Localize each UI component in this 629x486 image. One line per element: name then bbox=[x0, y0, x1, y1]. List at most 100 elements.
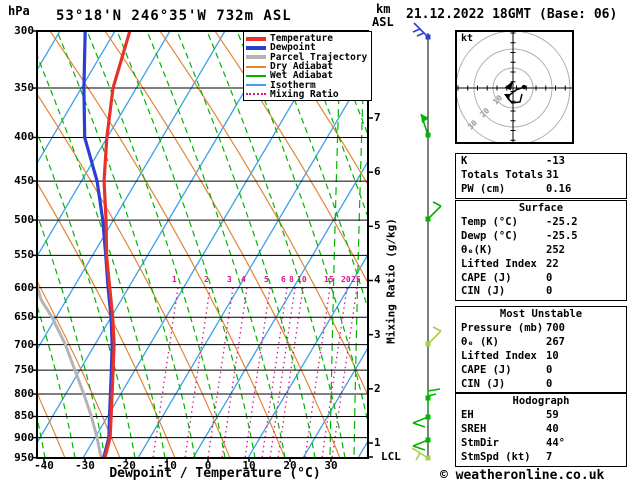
stats-box-header: Most Unstable bbox=[499, 308, 583, 320]
stats-row: SREH 40 bbox=[456, 423, 626, 437]
mixing-ratio-label: 1 bbox=[172, 275, 177, 284]
stats-row: K -13 bbox=[456, 155, 626, 169]
stats-value: 252 bbox=[546, 243, 565, 256]
mixing-ratio-label: 5 bbox=[264, 275, 269, 284]
stats-box-most-unstable: Most Unstable Pressure (mb) 700 θₑ (K) 267 Li… bbox=[455, 306, 627, 394]
mixing-ratio-label: 8 bbox=[289, 275, 294, 284]
pressure-tick-label: 750 bbox=[14, 363, 34, 377]
pressure-tick-label: 450 bbox=[14, 174, 34, 188]
legend-swatch bbox=[246, 74, 266, 77]
stats-value: 59 bbox=[546, 408, 559, 421]
stats-value: 267 bbox=[546, 335, 565, 348]
stats-box-hodograph: Hodograph EH 59 SREH 40 StmDir 44° StmSpd (kt) 7 bbox=[455, 393, 627, 467]
pressure-unit-label: hPa bbox=[8, 4, 30, 18]
mixing-ratio-label: 4 bbox=[241, 275, 246, 284]
mixing-ratio-label: 20 bbox=[341, 275, 351, 284]
wind-barb-marker bbox=[425, 437, 431, 443]
copyright-footer: © weatheronline.co.uk bbox=[440, 468, 605, 483]
pressure-tick-label: 400 bbox=[14, 130, 34, 144]
pressure-tick-label: 900 bbox=[14, 430, 34, 444]
stats-value: -25.5 bbox=[546, 229, 578, 242]
mixing-ratio-line bbox=[152, 287, 179, 457]
pressure-tick-label: 350 bbox=[14, 81, 34, 95]
wind-barb-marker bbox=[425, 341, 431, 347]
km-tick-label: 4 bbox=[374, 273, 381, 287]
station-title: 53°18'N 246°35'W 732m ASL bbox=[56, 8, 292, 24]
wind-barb-ne-tick bbox=[427, 201, 442, 220]
wind-barb-marker bbox=[425, 132, 431, 138]
stats-value: 0 bbox=[546, 285, 553, 298]
pressure-tick-label: 550 bbox=[14, 248, 34, 262]
temp-tick-label: 10 bbox=[242, 459, 256, 472]
wind-barb-marker bbox=[425, 216, 431, 222]
stats-row: Totals Totals 31 bbox=[456, 169, 626, 183]
stats-value: 700 bbox=[546, 321, 565, 334]
legend-swatch bbox=[246, 36, 266, 41]
lcl-label: LCL bbox=[381, 450, 401, 463]
legend-swatch bbox=[246, 84, 266, 87]
stats-label: StmDir bbox=[461, 436, 499, 449]
legend-swatch bbox=[246, 45, 266, 50]
altitude-unit-label: km bbox=[376, 2, 391, 16]
stats-row: θₑ (K) 267 bbox=[456, 336, 626, 350]
temp-tick-label: 20 bbox=[283, 459, 297, 472]
stats-value: 0.16 bbox=[546, 182, 572, 195]
stats-label: CIN (J) bbox=[461, 377, 506, 390]
mixing-ratio-line bbox=[277, 287, 304, 457]
hodograph-ring-label: 30 bbox=[466, 118, 479, 131]
stats-box: K -13 Totals Totals 31 PW (cm) 0.16 bbox=[455, 153, 627, 199]
hodograph-arrowhead bbox=[503, 93, 510, 101]
hodograph: 102030 bbox=[457, 32, 572, 142]
stats-row: PW (cm) 0.16 bbox=[456, 183, 626, 197]
stats-row: CAPE (J) 0 bbox=[456, 272, 626, 286]
stats-value: 31 bbox=[546, 168, 559, 181]
stats-label: Totals Totals bbox=[461, 168, 544, 181]
stats-label: StmSpd (kt) bbox=[461, 450, 531, 463]
stats-row: CAPE (J) 0 bbox=[456, 364, 626, 378]
temp-tick-label: -40 bbox=[34, 459, 54, 472]
mixing-ratio-label: 25 bbox=[351, 275, 361, 284]
hodograph-trace-start bbox=[521, 84, 527, 90]
stats-label: Lifted Index bbox=[461, 349, 537, 362]
wind-barb-marker bbox=[425, 414, 431, 420]
legend-box: Temperature Dewpoint Parcel Trajectory Dry … bbox=[243, 31, 372, 102]
stats-label: θₑ(K) bbox=[461, 243, 493, 256]
pressure-tick-label: 800 bbox=[14, 387, 34, 401]
stats-value: 0 bbox=[546, 271, 553, 284]
stats-label: Dewp (°C) bbox=[461, 229, 518, 242]
stats-row: Lifted Index 22 bbox=[456, 258, 626, 272]
wind-barb-marker bbox=[425, 455, 431, 461]
km-tick-label: 2 bbox=[374, 381, 381, 395]
km-tick-label: 5 bbox=[374, 219, 381, 233]
stats-value: 10 bbox=[546, 349, 559, 362]
stats-row: EH 59 bbox=[456, 409, 626, 423]
pressure-tick-label: 650 bbox=[14, 310, 34, 324]
km-tick-label: 1 bbox=[374, 436, 381, 449]
stats-value: -25.2 bbox=[546, 215, 578, 228]
legend-label: Mixing Ratio bbox=[270, 88, 339, 100]
altitude-asl-label: ASL bbox=[372, 15, 394, 29]
temp-tick-label: 0 bbox=[204, 459, 212, 472]
isotherm-line bbox=[0, 31, 5, 458]
legend-swatch bbox=[246, 55, 266, 60]
stats-row: CIN (J) 0 bbox=[456, 378, 626, 392]
datetime-title: 21.12.2022 18GMT (Base: 06) bbox=[406, 7, 618, 22]
stats-value: 40 bbox=[546, 422, 559, 435]
wind-barb-ne-tick bbox=[427, 326, 442, 345]
stats-label: CIN (J) bbox=[461, 285, 506, 298]
mixing-ratio-label: 15 bbox=[324, 275, 334, 284]
pressure-tick-label: 850 bbox=[14, 409, 34, 423]
km-tick-label: 3 bbox=[374, 327, 381, 341]
stats-row: StmSpd (kt) 7 bbox=[456, 451, 626, 465]
mixing-ratio-label: 10 bbox=[297, 275, 307, 284]
temp-tick-label: -30 bbox=[75, 459, 95, 472]
stats-value: 7 bbox=[546, 450, 553, 463]
temp-tick-label: -20 bbox=[116, 459, 136, 472]
stats-label: EH bbox=[461, 408, 474, 421]
temp-tick-label: 30 bbox=[324, 459, 338, 472]
stats-row: Temp (°C) -25.2 bbox=[456, 216, 626, 230]
hodograph-arrowhead bbox=[504, 81, 513, 90]
km-tick-label: 7 bbox=[374, 110, 381, 124]
skewt-sounding-page: { "header": { "pressure_unit": "hPa", "s… bbox=[0, 0, 629, 486]
mixing-ratio-label: 6 bbox=[281, 275, 286, 284]
